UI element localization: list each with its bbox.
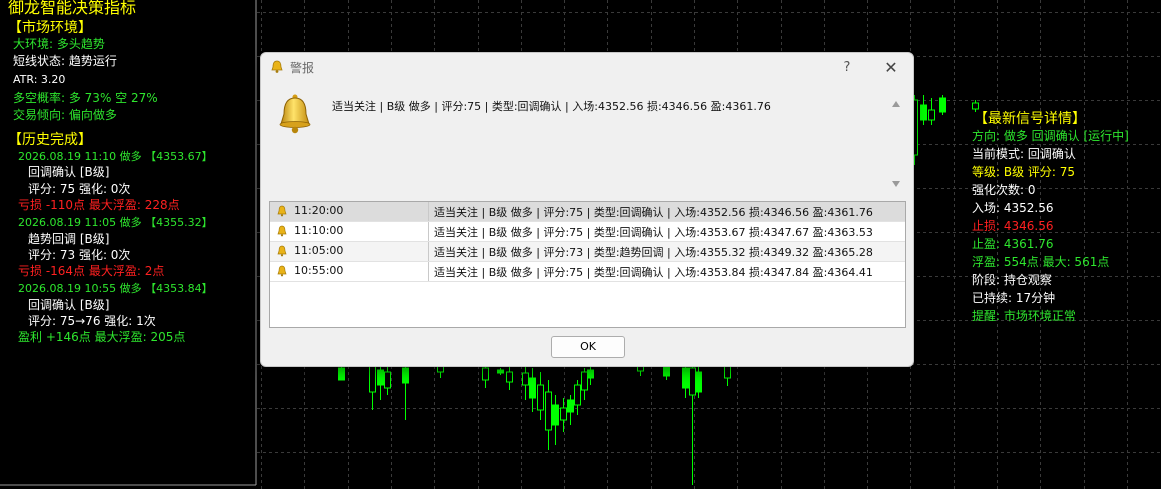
indicator-title: 御龙智能决策指标	[8, 0, 137, 17]
alert-time: 11:05:00	[294, 244, 344, 257]
candle-body	[689, 367, 696, 396]
candle-body	[574, 384, 581, 406]
message-scrollbar[interactable]	[890, 99, 902, 189]
column-divider	[428, 202, 429, 221]
alert-text: 适当关注 | B级 做多 | 评分:75 | 类型:回调确认 | 入场:4353…	[434, 226, 873, 239]
signal-detail-panel: 【最新信号详情】 方向: 做多 回调确认 [运行中] 当前模式: 回调确认 等级…	[968, 108, 1158, 328]
candle-body	[506, 371, 513, 383]
column-divider	[428, 242, 429, 261]
signal-stage: 阶段: 持仓观察	[972, 273, 1052, 287]
candle-body	[567, 399, 574, 413]
signal-stop: 止损: 4346.56	[972, 219, 1054, 233]
list-item[interactable]: 11:20:00 适当关注 | B级 做多 | 评分:75 | 类型:回调确认 …	[270, 202, 905, 222]
history-1-type: 回调确认 [B级]	[28, 165, 110, 179]
signal-header: 【最新信号详情】	[974, 111, 1086, 127]
bell-icon	[277, 225, 287, 237]
history-header: 【历史完成】	[8, 132, 92, 148]
history-3-type: 回调确认 [B级]	[28, 298, 110, 312]
alert-text: 适当关注 | B级 做多 | 评分:75 | 类型:回调确认 | 入场:4353…	[434, 266, 873, 279]
dialog-titlebar[interactable]: 警报 ? ✕	[261, 53, 913, 83]
history-3-result: 盈利 +146点 最大浮盈: 205点	[18, 330, 186, 344]
signal-floating: 浮盈: 554点 最大: 561点	[972, 255, 1110, 269]
candle-body	[920, 104, 927, 121]
candle-body	[587, 369, 594, 379]
history-2-result: 亏损 -164点 最大浮盈: 2点	[18, 264, 165, 278]
candle-body	[545, 391, 552, 431]
signal-boost: 强化次数: 0	[972, 183, 1036, 197]
history-1-head: 2026.08.19 11:10 做多 【4353.67】	[18, 150, 213, 163]
alert-text: 适当关注 | B级 做多 | 评分:75 | 类型:回调确认 | 入场:4352…	[434, 206, 873, 219]
alert-text: 适当关注 | B级 做多 | 评分:73 | 类型:趋势回调 | 入场:4355…	[434, 246, 873, 259]
scroll-up-arrow-icon[interactable]	[892, 101, 900, 107]
probability-text: 多空概率: 多 73% 空 27%	[13, 91, 158, 105]
market-header: 【市场环境】	[8, 20, 92, 36]
candle-body	[522, 372, 529, 386]
candle-body	[560, 407, 567, 421]
candle-body	[369, 364, 376, 393]
column-divider	[428, 222, 429, 241]
alert-time: 11:10:00	[294, 224, 344, 237]
candle-body	[384, 371, 391, 389]
bell-icon	[277, 265, 287, 277]
alert-time: 10:55:00	[294, 264, 344, 277]
column-divider	[428, 262, 429, 281]
alert-history-list[interactable]: 11:20:00 适当关注 | B级 做多 | 评分:75 | 类型:回调确认 …	[269, 201, 906, 328]
candle-body	[377, 369, 384, 386]
candle-body	[695, 371, 702, 393]
list-item[interactable]: 11:05:00 适当关注 | B级 做多 | 评分:73 | 类型:趋势回调 …	[270, 242, 905, 262]
candle-body	[682, 367, 689, 389]
signal-duration: 已持续: 17分钟	[972, 291, 1056, 305]
history-3-head: 2026.08.19 10:55 做多 【4353.84】	[18, 282, 213, 295]
signal-mode: 当前模式: 回调确认	[972, 147, 1076, 161]
candle-body	[928, 109, 935, 121]
bell-icon	[277, 205, 287, 217]
dialog-title: 警报	[290, 61, 315, 75]
help-button[interactable]: ?	[835, 57, 859, 79]
alert-dialog: 警报 ? ✕ 适当关注 | B级 做多 | 评分:75 | 类型:回调确认 | …	[260, 52, 914, 367]
candle-body	[663, 365, 670, 377]
close-button[interactable]: ✕	[879, 57, 903, 79]
tendency-text: 交易倾向: 偏向做多	[13, 108, 117, 122]
candle-body	[537, 384, 544, 411]
short-state-text: 短线状态: 趋势运行	[13, 54, 117, 68]
signal-grade: 等级: B级 评分: 75	[972, 165, 1076, 179]
candle-body	[402, 367, 409, 384]
candle-body	[497, 369, 504, 374]
signal-target: 止盈: 4361.76	[972, 237, 1054, 251]
alert-time: 11:20:00	[294, 204, 344, 217]
candle-body	[552, 404, 559, 426]
history-1-result: 亏损 -110点 最大浮盈: 228点	[18, 198, 180, 212]
bell-icon	[271, 60, 283, 73]
list-item[interactable]: 10:55:00 适当关注 | B级 做多 | 评分:75 | 类型:回调确认 …	[270, 262, 905, 282]
signal-reminder: 提醒: 市场环境正常	[972, 309, 1076, 323]
candle-body	[482, 367, 489, 381]
ok-button[interactable]: OK	[551, 336, 625, 358]
atr-text: ATR: 3.20	[13, 73, 66, 86]
candle-body	[581, 371, 588, 391]
signal-entry: 入场: 4352.56	[972, 201, 1054, 215]
history-3-score: 评分: 75→76 强化: 1次	[28, 314, 156, 328]
scroll-down-arrow-icon[interactable]	[892, 181, 900, 187]
candle-body	[724, 365, 731, 379]
history-2-score: 评分: 73 强化: 0次	[28, 248, 131, 262]
candle-body	[338, 367, 345, 381]
environment-text: 大环境: 多头趋势	[13, 37, 105, 51]
candle-body	[939, 97, 946, 113]
left-info-panel: 御龙智能决策指标 【市场环境】 大环境: 多头趋势 短线状态: 趋势运行 ATR…	[0, 0, 256, 485]
history-2-head: 2026.08.19 11:05 做多 【4355.32】	[18, 216, 213, 229]
alert-bell-icon	[279, 94, 311, 134]
candle-body	[529, 377, 536, 399]
bell-icon	[277, 245, 287, 257]
list-item[interactable]: 11:10:00 适当关注 | B级 做多 | 评分:75 | 类型:回调确认 …	[270, 222, 905, 242]
alert-message: 适当关注 | B级 做多 | 评分:75 | 类型:回调确认 | 入场:4352…	[332, 100, 771, 113]
history-1-score: 评分: 75 强化: 0次	[28, 182, 131, 196]
history-2-type: 趋势回调 [B级]	[28, 232, 110, 246]
signal-direction: 方向: 做多 回调确认 [运行中]	[972, 129, 1129, 143]
